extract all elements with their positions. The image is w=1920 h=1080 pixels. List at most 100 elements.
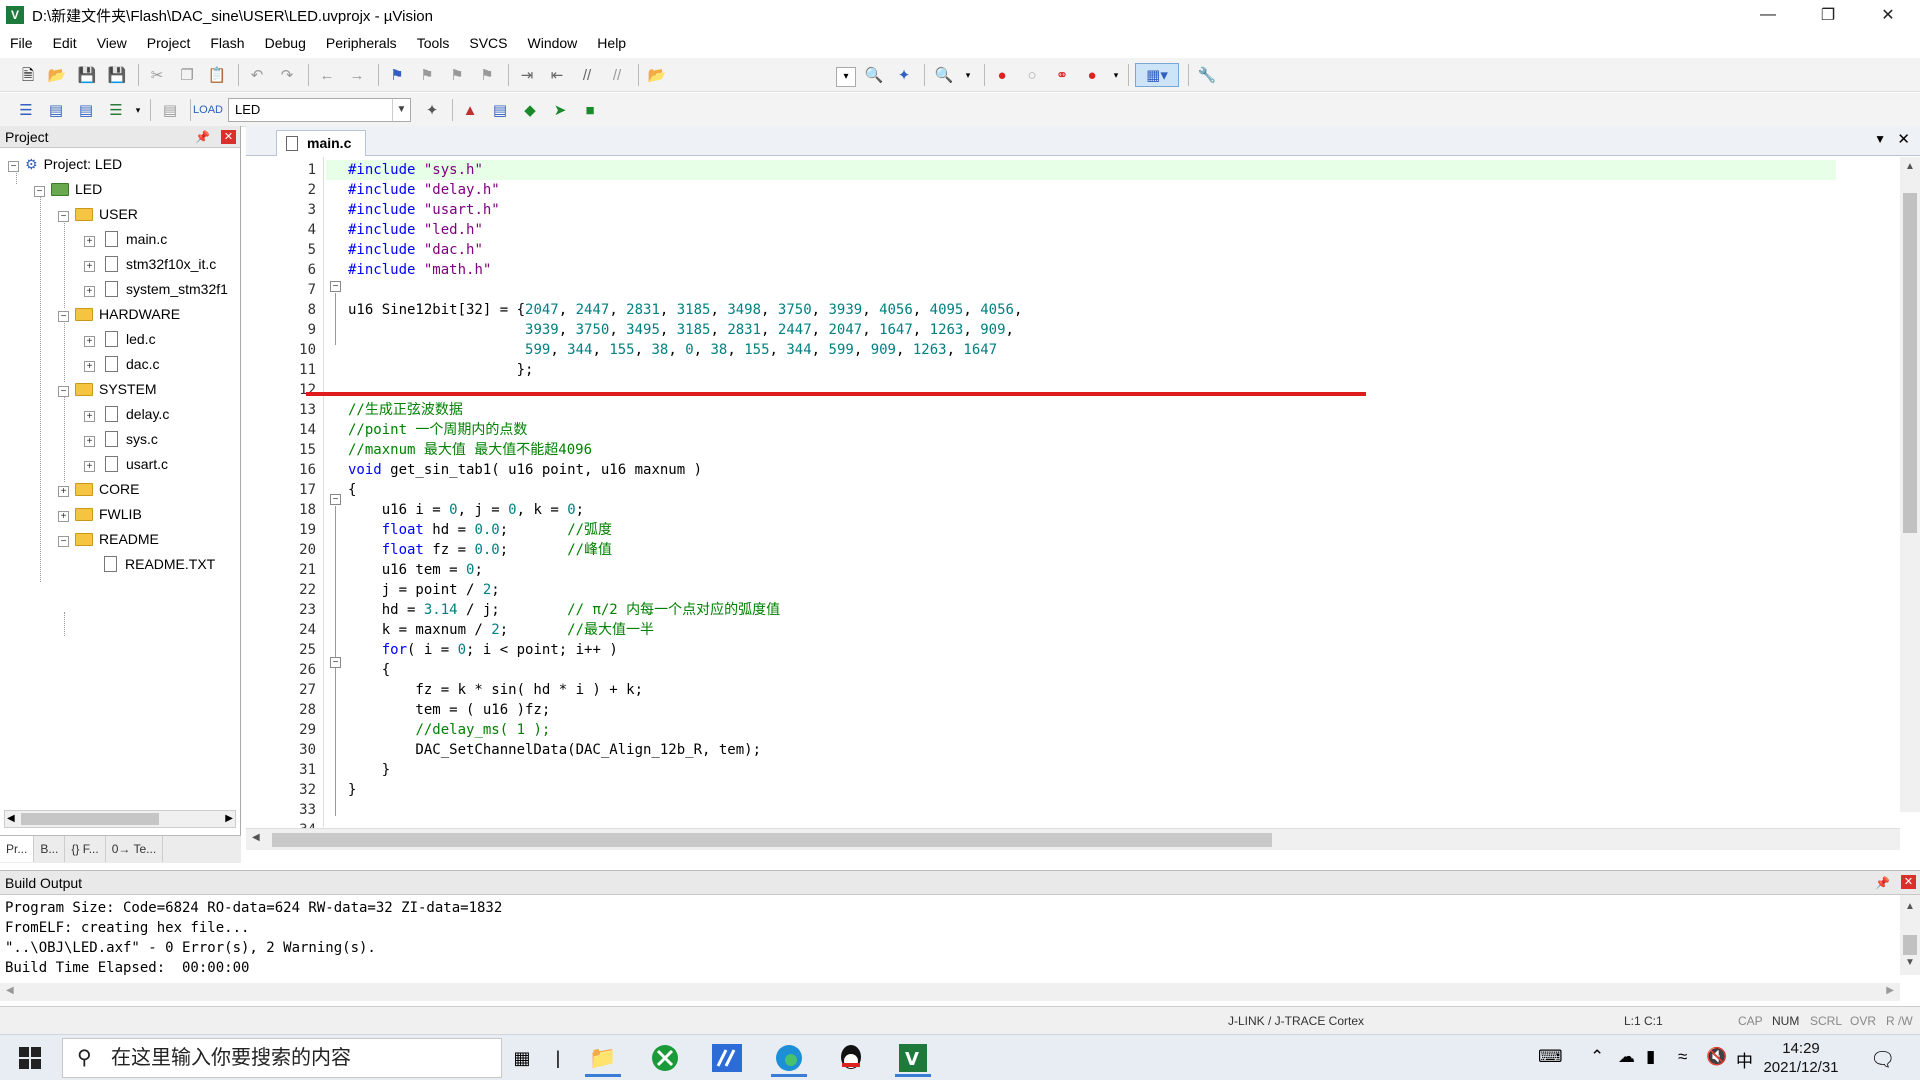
notification-icon[interactable]: 🗨 xyxy=(1870,1047,1895,1072)
tree-group-core[interactable]: + CORE xyxy=(58,477,139,501)
pin-icon[interactable]: 📌 xyxy=(195,126,210,148)
tree-project-root[interactable]: − ⚙ Project: LED xyxy=(8,152,122,176)
tree-file-led-c[interactable]: + led.c xyxy=(84,327,156,351)
tree-file-delay-c[interactable]: + delay.c xyxy=(84,402,169,426)
tab-main-c[interactable]: main.c xyxy=(276,130,366,156)
task-view-icon[interactable]: ▦ xyxy=(502,1039,542,1077)
save-icon[interactable]: 💾 xyxy=(75,63,99,87)
rebuild-icon[interactable]: ▤ xyxy=(74,98,98,122)
tree-file-readme-txt[interactable]: README.TXT xyxy=(104,552,215,576)
bookmark-icon[interactable]: ⚑ xyxy=(385,63,409,87)
rte-icon[interactable]: ■ xyxy=(578,98,602,122)
batch-build-icon[interactable]: ☰ xyxy=(104,98,128,122)
manage-project-items-icon[interactable]: ▲ xyxy=(458,98,482,122)
taskbar-search-box[interactable]: ⚲ 在这里输入你要搜索的内容 xyxy=(62,1038,502,1078)
save-all-icon[interactable]: 💾 xyxy=(105,63,129,87)
translate-icon[interactable]: ☰ xyxy=(14,98,38,122)
editor-hscrollbar[interactable]: ◀ xyxy=(246,828,1900,850)
qq-app-icon[interactable] xyxy=(831,1039,871,1077)
file-explorer-icon[interactable]: 📁 xyxy=(583,1039,623,1077)
vs-code-like-app-icon[interactable] xyxy=(707,1039,747,1077)
xbox-icon[interactable] xyxy=(645,1039,685,1077)
menu-flash[interactable]: Flash xyxy=(200,30,254,56)
menu-file[interactable]: File xyxy=(0,30,43,56)
tree-group-fwlib[interactable]: + FWLIB xyxy=(58,502,142,526)
insert-breakpoint-icon[interactable]: ● xyxy=(990,63,1014,87)
tree-group-user[interactable]: − USER xyxy=(58,202,138,226)
tree-file-main-c[interactable]: + main.c xyxy=(84,227,167,251)
scroll-up-icon[interactable]: ▲ xyxy=(1905,161,1915,172)
tree-group-readme[interactable]: − README xyxy=(58,527,159,551)
tree-hscrollbar[interactable]: ◀ ▶ xyxy=(4,810,236,828)
close-panel-button[interactable]: ✕ xyxy=(221,130,236,144)
find-icon[interactable]: 🔍 xyxy=(862,63,886,87)
restore-button[interactable]: ❐ xyxy=(1800,0,1856,30)
copy-icon[interactable]: ❐ xyxy=(175,63,199,87)
comment-icon[interactable]: // xyxy=(575,63,599,87)
debug-dropdown-icon[interactable]: ▾ xyxy=(956,63,980,87)
tab-functions[interactable]: {} F... xyxy=(65,836,106,862)
nav-forward-icon[interactable]: → xyxy=(345,63,369,87)
keil-uvision-taskbar-icon[interactable]: V xyxy=(893,1039,933,1077)
windows-start-icon[interactable] xyxy=(10,1039,50,1077)
download-icon[interactable]: LOAD xyxy=(193,98,223,122)
uncomment-icon[interactable]: // xyxy=(605,63,629,87)
tree-group-system[interactable]: − SYSTEM xyxy=(58,377,157,401)
enable-breakpoint-icon[interactable]: ○ xyxy=(1020,63,1044,87)
ime-indicator[interactable]: 中 xyxy=(1736,1047,1753,1072)
menu-view[interactable]: View xyxy=(87,30,137,56)
manage-runtime-icon[interactable]: ▤ xyxy=(488,98,512,122)
fold-toggle-icon[interactable]: − xyxy=(330,657,341,668)
window-layout-icon[interactable]: ▦▾ xyxy=(1135,63,1179,87)
wifi-icon[interactable]: ≈ xyxy=(1678,1047,1687,1067)
onedrive-icon[interactable]: ☁ xyxy=(1618,1047,1635,1067)
batch-dropdown-icon[interactable]: ▾ xyxy=(126,98,150,122)
tree-file-system-stm32f1[interactable]: + system_stm32f1 xyxy=(84,277,228,301)
menu-peripherals[interactable]: Peripherals xyxy=(316,30,407,56)
tab-list-dropdown-icon[interactable]: ▼ xyxy=(1874,132,1886,146)
menu-project[interactable]: Project xyxy=(137,30,201,56)
open-file-icon[interactable]: 📂 xyxy=(45,63,69,87)
cut-icon[interactable]: ✂ xyxy=(145,63,169,87)
disable-breakpoints-icon[interactable]: ⚭ xyxy=(1050,63,1074,87)
menu-help[interactable]: Help xyxy=(587,30,636,56)
tree-file-stm32f10x-it[interactable]: + stm32f10x_it.c xyxy=(84,252,216,276)
clear-bookmarks-icon[interactable]: ⚑ xyxy=(475,63,499,87)
tree-file-usart-c[interactable]: + usart.c xyxy=(84,452,168,476)
nav-back-icon[interactable]: ← xyxy=(315,63,339,87)
menu-tools[interactable]: Tools xyxy=(407,30,460,56)
menu-svcs[interactable]: SVCS xyxy=(459,30,517,56)
tab-templates[interactable]: 0→ Te... xyxy=(106,836,164,862)
select-packs-icon[interactable]: ◆ xyxy=(518,98,542,122)
find-in-files-icon[interactable]: 📂 xyxy=(645,63,669,87)
close-tab-icon[interactable]: ✕ xyxy=(1897,130,1910,148)
pack-installer-icon[interactable]: ➤ xyxy=(548,98,572,122)
taskbar-clock[interactable]: 14:29 2021/12/31 xyxy=(1756,1039,1846,1077)
find-combo-dropdown[interactable]: ▾ xyxy=(836,67,856,87)
tree-file-sys-c[interactable]: + sys.c xyxy=(84,427,158,451)
menu-window[interactable]: Window xyxy=(518,30,588,56)
fold-toggle-icon[interactable]: − xyxy=(330,494,341,505)
keyboard-icon[interactable]: ⌨ xyxy=(1538,1047,1563,1067)
volume-icon[interactable]: 🔇 xyxy=(1706,1047,1727,1067)
incremental-find-icon[interactable]: ✦ xyxy=(892,63,916,87)
minimize-button[interactable]: — xyxy=(1740,0,1796,30)
scroll-left-icon[interactable]: ◀ xyxy=(7,813,15,824)
configure-icon[interactable]: 🔧 xyxy=(1195,63,1219,87)
debug-session-icon[interactable]: 🔍 xyxy=(932,63,956,87)
close-button[interactable]: ✕ xyxy=(1860,0,1916,30)
tab-books[interactable]: B... xyxy=(34,836,66,862)
target-options-icon[interactable]: ✦ xyxy=(420,98,444,122)
tree-file-dac-c[interactable]: + dac.c xyxy=(84,352,159,376)
new-file-icon[interactable]: 🗎 xyxy=(16,63,40,87)
kill-breakpoints-icon[interactable]: ● xyxy=(1080,63,1104,87)
tab-project[interactable]: Pr... xyxy=(0,836,35,862)
paste-icon[interactable]: 📋 xyxy=(205,63,229,87)
fold-toggle-icon[interactable]: − xyxy=(330,281,341,292)
build-hscrollbar[interactable]: ◀ ▶ xyxy=(0,983,1900,1001)
chevron-up-icon[interactable]: ⌃ xyxy=(1590,1047,1604,1067)
menu-debug[interactable]: Debug xyxy=(255,30,316,56)
prev-bookmark-icon[interactable]: ⚑ xyxy=(415,63,439,87)
editor-vscrollbar[interactable]: ▲ xyxy=(1900,157,1920,812)
build-vscrollbar[interactable]: ▲ ▼ xyxy=(1900,895,1920,975)
